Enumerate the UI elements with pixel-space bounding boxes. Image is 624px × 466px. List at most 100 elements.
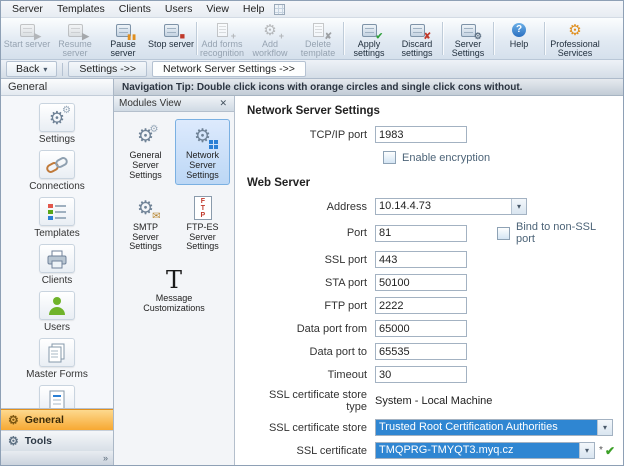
module-smtp-server-settings[interactable]: ⚙✉ SMTP Server Settings <box>118 191 173 257</box>
module-ftp-es-server-settings[interactable]: FTP FTP-ES Server Settings <box>175 191 230 257</box>
breadcrumb-network-server-settings[interactable]: Network Server Settings ->> <box>152 61 306 77</box>
modules-panel: Modules View ✕ ⚙⚙ General Server Setting… <box>114 96 235 465</box>
breadcrumb: Back ▾ Settings ->> Network Server Setti… <box>1 60 623 79</box>
ssl-certificate-combobox[interactable]: TMQPRG-TMYQT3.myq.cz ▾ <box>375 442 595 459</box>
tools-section-gear-icon: ⚙ <box>8 435 19 447</box>
sta-port-input[interactable] <box>375 274 467 291</box>
resume-server-button[interactable]: ▶ Resume server <box>51 19 99 58</box>
timeout-label: Timeout <box>247 369 375 381</box>
menu-grid-icon[interactable] <box>274 4 285 15</box>
sta-port-row: STA port <box>247 274 615 291</box>
menu-server[interactable]: Server <box>5 2 50 16</box>
professional-services-icon: ⚙ <box>565 22 585 38</box>
tcp-port-input[interactable] <box>375 126 467 143</box>
back-button[interactable]: Back ▾ <box>6 61 57 77</box>
dropdown-arrow-icon[interactable]: ▾ <box>579 443 594 458</box>
sidebar-header: General <box>1 79 113 96</box>
ftp-port-row: FTP port <box>247 297 615 314</box>
menu-view[interactable]: View <box>199 2 236 16</box>
module-message-customizations[interactable]: T Message Customizations <box>147 262 202 318</box>
start-server-button[interactable]: ▶ Start server <box>3 19 51 58</box>
breadcrumb-divider <box>62 63 63 76</box>
breadcrumb-settings[interactable]: Settings ->> <box>68 61 147 77</box>
port-input[interactable] <box>375 225 467 242</box>
stop-server-icon: ■ <box>161 22 181 38</box>
sidebar-items: ⚙⚙ Settings Connections Templates <box>1 96 113 408</box>
sidebar: General ⚙⚙ Settings Connections Templa <box>1 79 114 465</box>
modules-grid: ⚙⚙ General Server Settings ⚙ Network Ser… <box>114 112 234 325</box>
add-workflow-button[interactable]: ⚙+ Add workflow <box>246 19 294 58</box>
main-area: General ⚙⚙ Settings Connections Templa <box>1 79 623 465</box>
port-row: Port Bind to non-SSL port <box>247 221 615 245</box>
data-port-from-input[interactable] <box>375 320 467 337</box>
data-port-to-label: Data port to <box>247 346 375 358</box>
cert-store-row: SSL certificate store Trusted Root Certi… <box>247 419 615 436</box>
address-combobox[interactable]: 10.14.4.73 ▾ <box>375 198 527 215</box>
network-server-settings-icon: ⚙ <box>187 123 219 150</box>
sidebar-item-templates[interactable]: Templates <box>8 195 106 241</box>
network-badge-icon <box>209 140 218 149</box>
sidebar-collapse-strip[interactable]: » <box>1 451 113 465</box>
menu-templates[interactable]: Templates <box>50 2 112 16</box>
add-forms-recognition-button[interactable]: + Add forms recognition <box>198 19 246 58</box>
sidebar-item-connections[interactable]: Connections <box>8 148 106 194</box>
timeout-input[interactable] <box>375 366 467 383</box>
chevrons-icon[interactable]: » <box>103 453 108 463</box>
timeout-row: Timeout <box>247 366 615 383</box>
toolbar-separator <box>196 22 197 55</box>
pause-server-button[interactable]: ▮▮ Pause server <box>99 19 147 58</box>
certificate-asterisk: * <box>599 445 603 456</box>
back-dropdown-icon[interactable]: ▾ <box>43 65 47 74</box>
section-general[interactable]: ⚙ General <box>1 409 113 430</box>
toolbar-separator <box>493 22 494 55</box>
menu-help[interactable]: Help <box>236 2 272 16</box>
resume-server-icon: ▶ <box>65 22 85 38</box>
stacked-pages-icon <box>39 338 75 367</box>
delete-template-button[interactable]: ✘ Delete template <box>294 19 342 58</box>
sidebar-item-clients[interactable]: Clients <box>8 242 106 288</box>
cert-store-combobox[interactable]: Trusted Root Certification Authorities ▾ <box>375 419 613 436</box>
ssl-certificate-row: SSL certificate TMQPRG-TMYQT3.myq.cz ▾ *… <box>247 442 615 459</box>
sidebar-item-users[interactable]: Users <box>8 289 106 335</box>
section-tools[interactable]: ⚙ Tools <box>1 430 113 451</box>
ftp-port-input[interactable] <box>375 297 467 314</box>
stop-server-button[interactable]: ■ Stop server <box>147 19 195 58</box>
discard-settings-icon: ✘ <box>407 22 427 38</box>
close-icon[interactable]: ✕ <box>217 98 229 109</box>
data-port-to-input[interactable] <box>375 343 467 360</box>
smtp-server-settings-icon: ⚙✉ <box>130 195 162 222</box>
address-row: Address 10.14.4.73 ▾ <box>247 198 615 215</box>
sidebar-item-settings[interactable]: ⚙⚙ Settings <box>8 101 106 147</box>
data-port-to-row: Data port to <box>247 343 615 360</box>
help-button[interactable]: ? Help <box>495 19 543 58</box>
menu-clients[interactable]: Clients <box>112 2 158 16</box>
sidebar-item-log[interactable]: Log <box>8 383 106 408</box>
module-network-server-settings[interactable]: ⚙ Network Server Settings <box>175 119 230 185</box>
dropdown-arrow-icon[interactable]: ▾ <box>511 199 526 214</box>
server-settings-icon: ⚙ <box>458 22 478 38</box>
toolbar: ▶ Start server ▶ Resume server ▮▮ Pause … <box>1 18 623 60</box>
cert-store-type-value: System - Local Machine <box>375 395 492 407</box>
enable-encryption-label: Enable encryption <box>402 152 490 164</box>
apply-settings-icon: ✔ <box>359 22 379 38</box>
menu-users[interactable]: Users <box>158 2 199 16</box>
ssl-port-input[interactable] <box>375 251 467 268</box>
dropdown-arrow-icon[interactable]: ▾ <box>597 420 612 435</box>
ssl-certificate-label: SSL certificate <box>247 445 375 457</box>
sidebar-item-master-forms[interactable]: Master Forms <box>8 336 106 382</box>
professional-services-button[interactable]: ⚙ Professional Services <box>546 19 604 58</box>
cert-store-type-label: SSL certificate store type <box>247 389 375 413</box>
menubar: Server Templates Clients Users View Help <box>1 1 623 18</box>
settings-gears-icon: ⚙⚙ <box>39 103 75 132</box>
discard-settings-button[interactable]: ✘ Discard settings <box>393 19 441 58</box>
tcp-port-label: TCP/IP port <box>247 129 375 141</box>
module-general-server-settings[interactable]: ⚙⚙ General Server Settings <box>118 119 173 185</box>
port-label: Port <box>247 227 375 239</box>
toolbar-separator <box>544 22 545 55</box>
ftp-port-label: FTP port <box>247 300 375 312</box>
server-settings-button[interactable]: ⚙ Server Settings <box>444 19 492 58</box>
apply-settings-button[interactable]: ✔ Apply settings <box>345 19 393 58</box>
cert-store-type-row: SSL certificate store type System - Loca… <box>247 389 615 413</box>
bind-non-ssl-checkbox[interactable] <box>497 227 510 240</box>
enable-encryption-checkbox[interactable] <box>383 151 396 164</box>
